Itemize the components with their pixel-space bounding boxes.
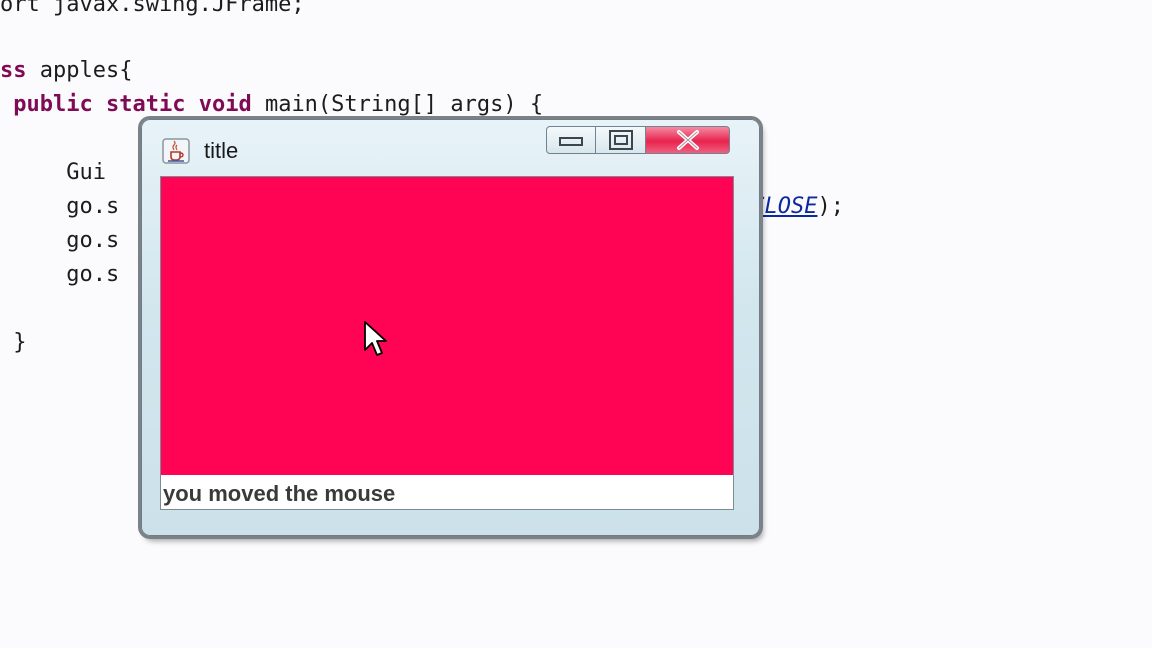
code-line-close-brace: } <box>0 330 27 356</box>
code-text: go.s <box>0 262 120 287</box>
close-button[interactable] <box>646 126 730 154</box>
code-line-import: ort javax.swing.JFrame; <box>0 0 305 18</box>
status-label: you moved the mouse <box>163 481 396 506</box>
code-keyword: void <box>198 92 252 117</box>
code-text: go.s <box>0 194 120 219</box>
content-pane: you moved the mouse <box>160 176 734 510</box>
code-text: } <box>0 330 27 355</box>
code-keyword: ss <box>0 58 27 83</box>
code-text: apples{ <box>26 58 133 83</box>
caption-buttons <box>546 126 730 156</box>
swing-window[interactable]: title you moved the mouse <box>141 119 760 536</box>
code-text: Gui <box>0 160 120 185</box>
code-line-gui: Gui <box>0 160 119 186</box>
java-cup-icon <box>162 138 190 164</box>
statement-end: ); <box>817 194 844 219</box>
code-line-class: ss apples{ <box>0 58 132 84</box>
code-text: main(String[] args) { <box>251 92 544 117</box>
code-text: ort javax.swing.JFrame; <box>0 0 305 17</box>
code-line-go3: go.s <box>0 262 119 288</box>
code-line-main: public static void main(String[] args) { <box>0 92 543 118</box>
code-keyword: public <box>13 92 93 117</box>
maximize-icon <box>608 130 633 150</box>
code-line-go2: go.s <box>0 228 119 254</box>
window-title: title <box>204 138 239 163</box>
code-line-go1: go.s <box>0 194 119 220</box>
close-icon <box>676 130 699 150</box>
minimize-button[interactable] <box>546 126 596 154</box>
color-panel[interactable] <box>161 177 733 475</box>
code-keyword: static <box>105 92 186 117</box>
maximize-button[interactable] <box>596 126 646 154</box>
title-bar[interactable]: title <box>142 120 759 176</box>
code-text: go.s <box>0 228 120 253</box>
mouse-pointer-icon <box>364 321 387 356</box>
minimize-icon <box>559 137 583 146</box>
